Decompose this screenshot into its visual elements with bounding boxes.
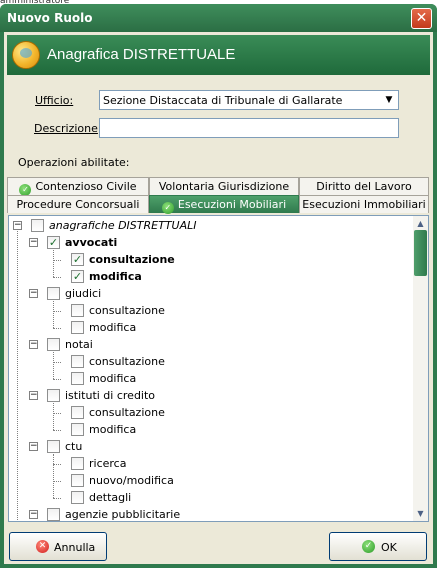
tree-leaf-label: consultazione xyxy=(89,406,165,419)
tree-group-label: ctu xyxy=(65,440,83,453)
scroll-up-button[interactable]: ▲ xyxy=(413,216,428,231)
tree-leaf-label: modifica xyxy=(89,270,142,283)
tab-volontaria-giurisdizione[interactable]: Volontaria Giurisdizione xyxy=(149,177,299,195)
banner-title: Anagrafica DISTRETTUALE xyxy=(47,46,236,63)
tree-group-label: istituti di credito xyxy=(65,389,156,402)
chevron-down-icon[interactable]: ▼ xyxy=(381,92,397,108)
tree-checkbox[interactable] xyxy=(71,474,84,487)
tree-checkbox[interactable] xyxy=(47,389,60,402)
tree-leaf-label: ricerca xyxy=(89,457,127,470)
collapse-toggle[interactable]: − xyxy=(13,221,22,230)
tree-connector xyxy=(53,328,61,329)
tab-procedure-concorsuali[interactable]: Procedure Concorsuali xyxy=(7,195,149,213)
tree-checkbox-checked[interactable]: ✓ xyxy=(71,270,84,283)
ufficio-select-value: Sezione Distaccata di Tribunale di Galla… xyxy=(103,94,343,107)
collapse-toggle[interactable]: − xyxy=(29,340,38,349)
tree-checkbox[interactable] xyxy=(71,423,84,436)
collapse-toggle[interactable]: − xyxy=(29,238,38,247)
window-title: Nuovo Ruolo xyxy=(7,11,93,25)
descrizione-input[interactable] xyxy=(99,118,399,138)
close-button[interactable]: ✕ xyxy=(411,8,432,29)
tree-checkbox[interactable] xyxy=(47,287,60,300)
tree-checkbox[interactable] xyxy=(31,219,44,232)
title-bar[interactable]: Nuovo Ruolo ✕ xyxy=(0,4,437,32)
tree-checkbox[interactable] xyxy=(71,406,84,419)
tab-esecuzioni-immobiliari[interactable]: Esecuzioni Immobiliari xyxy=(299,195,429,213)
collapse-toggle[interactable]: − xyxy=(29,442,38,451)
collapse-toggle[interactable]: − xyxy=(29,289,38,298)
tab-label: Diritto del Lavoro xyxy=(316,180,412,193)
tree-connector xyxy=(53,481,61,482)
globe-icon xyxy=(12,41,40,69)
tree-connector xyxy=(53,379,61,380)
tab-diritto-del-lavoro[interactable]: Diritto del Lavoro xyxy=(299,177,429,195)
ufficio-select[interactable]: Sezione Distaccata di Tribunale di Galla… xyxy=(99,90,399,110)
tree-connector xyxy=(53,311,61,312)
tree-connector xyxy=(53,498,61,499)
tree-leaf-label: dettagli xyxy=(89,491,132,504)
dialog-window: Nuovo Ruolo ✕ Anagrafica DISTRETTUALE Uf… xyxy=(0,4,437,568)
tree-connector xyxy=(53,260,61,261)
tree-leaf-label: modifica xyxy=(89,321,137,334)
tab-label: Esecuzioni Mobiliari xyxy=(177,198,287,211)
tree-checkbox[interactable] xyxy=(71,304,84,317)
tab-label: Contenzioso Civile xyxy=(35,180,137,193)
tree-connector xyxy=(53,362,61,363)
tree-connector xyxy=(53,413,61,414)
tree-connector xyxy=(53,277,61,278)
tree-connector xyxy=(17,231,18,520)
tree-leaf-label: modifica xyxy=(89,372,137,385)
scroll-thumb[interactable] xyxy=(414,230,427,276)
cancel-button[interactable]: ✕ Annulla xyxy=(9,532,107,561)
tab-contenzioso-civile[interactable]: ✓ Contenzioso Civile xyxy=(7,177,149,196)
tree-connector xyxy=(53,403,54,430)
ok-button-label: OK xyxy=(381,541,397,554)
tree-leaf-label: consultazione xyxy=(89,355,165,368)
tree-connector xyxy=(53,430,61,431)
tree-leaf-label: consultazione xyxy=(89,304,165,317)
tree-scrollbar[interactable]: ▲ ▼ xyxy=(413,216,428,521)
operations-label: Operazioni abilitate: xyxy=(18,156,130,169)
tree-checkbox-checked[interactable]: ✓ xyxy=(47,236,60,249)
ok-icon: ✓ xyxy=(362,540,375,553)
ufficio-label: Ufficio: xyxy=(35,94,74,107)
tree-checkbox[interactable] xyxy=(71,491,84,504)
tree-connector xyxy=(53,464,61,465)
ok-button[interactable]: ✓ OK xyxy=(329,532,427,561)
tree-checkbox[interactable] xyxy=(71,321,84,334)
cancel-button-label: Annulla xyxy=(54,541,96,554)
tree-checkbox-checked[interactable]: ✓ xyxy=(71,253,84,266)
tree-connector xyxy=(53,301,54,328)
tab-label: Esecuzioni Immobiliari xyxy=(302,198,426,211)
descrizione-label: Descrizione xyxy=(34,122,98,135)
scroll-down-button[interactable]: ▼ xyxy=(413,506,428,521)
tab-label: Procedure Concorsuali xyxy=(16,198,140,211)
tree-checkbox[interactable] xyxy=(71,372,84,385)
tree-checkbox[interactable] xyxy=(47,508,60,521)
cancel-icon: ✕ xyxy=(36,540,49,553)
tree-group-label: agenzie pubblicitarie xyxy=(65,508,181,521)
tree-checkbox[interactable] xyxy=(71,355,84,368)
tree-group-label: giudici xyxy=(65,287,102,300)
tree-connector xyxy=(53,250,54,277)
collapse-toggle[interactable]: − xyxy=(29,510,38,519)
tab-label: Volontaria Giurisdizione xyxy=(158,180,290,193)
dialog-client-area: Anagrafica DISTRETTUALE Ufficio: Sezione… xyxy=(4,32,433,564)
tree-connector xyxy=(53,454,54,498)
tree-root-label: anagrafiche DISTRETTUALI xyxy=(49,219,197,232)
tree-checkbox[interactable] xyxy=(47,338,60,351)
tree-group-label: avvocati xyxy=(65,236,118,249)
collapse-toggle[interactable]: − xyxy=(29,391,38,400)
tree-checkbox[interactable] xyxy=(71,457,84,470)
tree-leaf-label: consultazione xyxy=(89,253,175,266)
tree-connector xyxy=(53,352,54,379)
permissions-tree[interactable]: − anagrafiche DISTRETTUALI − ✓ avvocati ✓ cons… xyxy=(8,215,429,522)
tree-group-label: notai xyxy=(65,338,93,351)
tree-leaf-label: nuovo/modifica xyxy=(89,474,174,487)
header-banner: Anagrafica DISTRETTUALE xyxy=(7,35,430,75)
tab-esecuzioni-mobiliari[interactable]: ✓ Esecuzioni Mobiliari xyxy=(149,195,299,214)
check-circle-icon: ✓ xyxy=(161,202,174,214)
tree-leaf-label: modifica xyxy=(89,423,137,436)
tree-checkbox[interactable] xyxy=(47,440,60,453)
